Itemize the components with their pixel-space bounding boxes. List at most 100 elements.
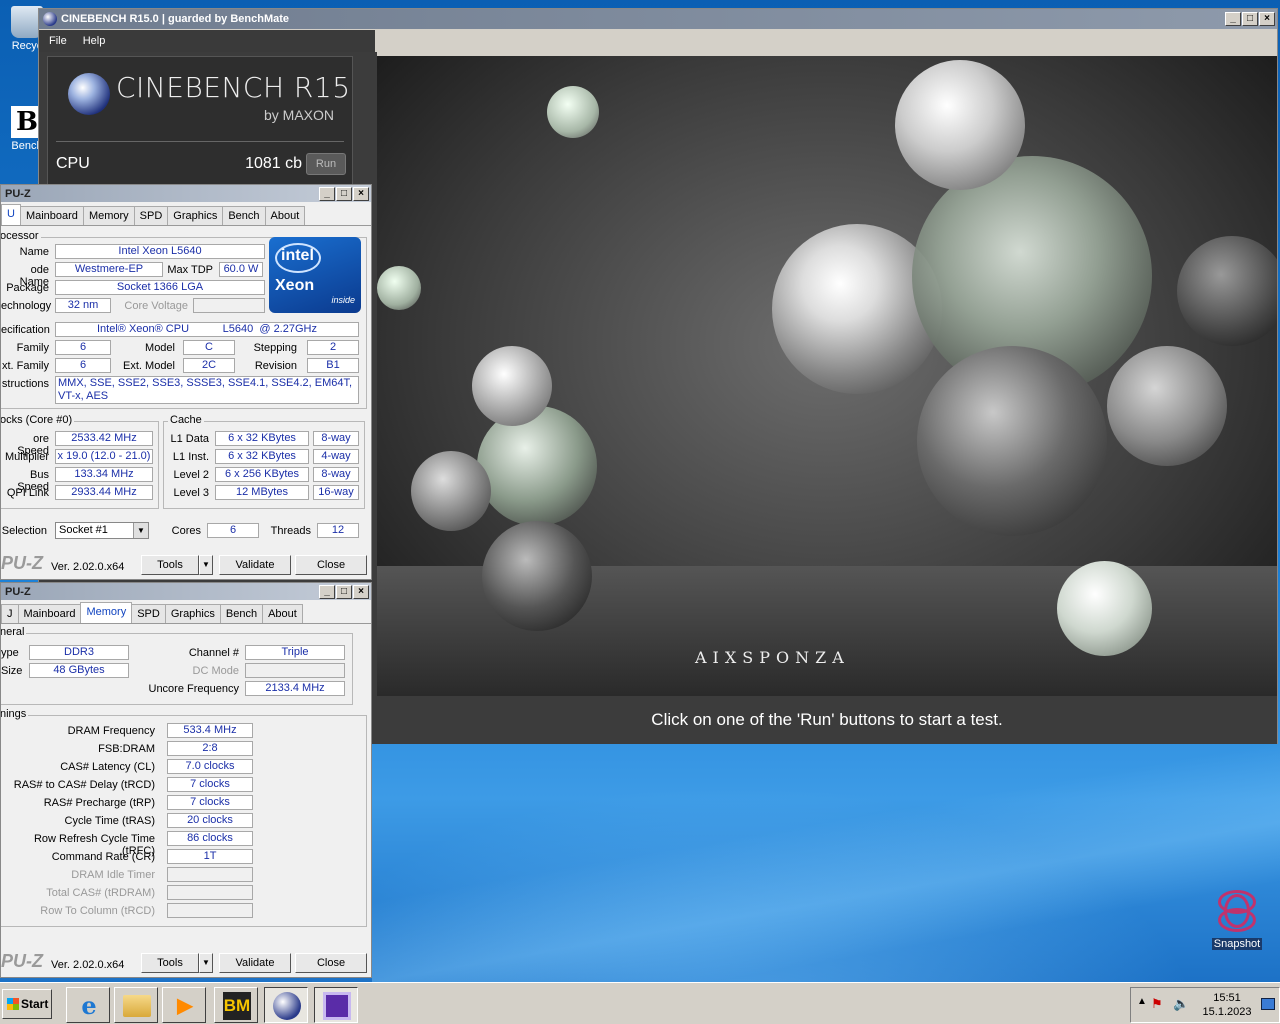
volume-muted-icon[interactable]: 🔈 — [1173, 996, 1189, 1012]
tab-about[interactable]: About — [264, 206, 306, 225]
taskbar-cinebench[interactable] — [264, 987, 308, 1023]
timing-value: 533.4 MHz — [167, 723, 253, 738]
maximize-button[interactable]: □ — [336, 186, 352, 201]
render-sphere — [1177, 236, 1277, 346]
action-center-flag-icon[interactable]: ⚑ — [1151, 996, 1163, 1012]
qpi-value: 2933.44 MHz — [55, 485, 153, 500]
menu-help[interactable]: Help — [83, 35, 106, 47]
cpu-name-value: Intel Xeon L5640 — [55, 244, 265, 259]
tab-graphics[interactable]: Graphics — [164, 604, 221, 623]
model-label: Model — [145, 342, 175, 354]
threads-value: 12 — [317, 523, 359, 538]
validate-button[interactable]: Validate — [219, 555, 291, 575]
cpuz-memory-titlebar[interactable]: PU-Z _ □ × — [1, 583, 371, 600]
dcmode-label: DC Mode — [192, 665, 239, 677]
technology-label: echnology — [1, 300, 52, 312]
close-cpuz-button[interactable]: Close — [295, 953, 367, 973]
tab-memory[interactable]: Memory — [80, 602, 133, 623]
cpuz-memory-window: PU-Z _ □ × J Mainboard Memory SPD Graphi… — [0, 582, 372, 978]
render-sphere — [482, 521, 592, 631]
cinebench-logo-title: CINEBENCH R15 — [116, 71, 351, 104]
tab-cpu[interactable]: U — [1, 204, 21, 225]
tools-dropdown-button[interactable]: ▼ — [199, 953, 213, 973]
timing-label: RAS# to CAS# Delay (tRCD) — [13, 779, 155, 791]
validate-button[interactable]: Validate — [219, 953, 291, 973]
taskbar-internet-explorer[interactable]: e — [66, 987, 110, 1023]
spec-label: ecification — [1, 324, 50, 336]
tab-cpu[interactable]: J — [1, 604, 19, 623]
taskbar-explorer[interactable] — [114, 987, 158, 1023]
system-tray: ▲ ⚑ 🔈 15:51 15.1.2023 — [1130, 987, 1280, 1023]
cinebench-logo-by: by MAXON — [263, 107, 334, 123]
clocks-group-label: ocks (Core #0) — [0, 414, 75, 426]
timing-value — [167, 867, 253, 882]
spec-value: Intel® Xeon® CPU L5640 @ 2.27GHz — [55, 322, 359, 337]
tab-spd[interactable]: SPD — [131, 604, 166, 623]
minimize-button[interactable]: _ — [319, 584, 335, 599]
cinebench-titlebar[interactable]: CINEBENCH R15.0 | guarded by BenchMate _… — [39, 9, 1277, 29]
uncore-label: Uncore Frequency — [148, 683, 240, 695]
memory-size-value: 48 GBytes — [29, 663, 129, 678]
cpuz-cpu-title: PU-Z — [5, 187, 31, 200]
taskbar-benchmate[interactable]: BM — [214, 987, 258, 1023]
intel-xeon-logo: intel Xeon inside — [269, 237, 361, 313]
maximize-button[interactable]: □ — [336, 584, 352, 599]
timing-value — [167, 903, 253, 918]
minimize-button[interactable]: _ — [319, 186, 335, 201]
snapshot-label: Snapshot — [1211, 938, 1263, 950]
tab-graphics[interactable]: Graphics — [167, 206, 224, 225]
start-button[interactable]: Start — [2, 989, 52, 1019]
tools-dropdown-button[interactable]: ▼ — [199, 555, 213, 575]
tab-mainboard[interactable]: Mainboard — [17, 604, 82, 623]
l1d-label: L1 Data — [170, 433, 209, 445]
socket-selection-dropdown[interactable]: Socket #1 ▼ — [55, 522, 149, 539]
qpi-label: QPI Link — [6, 487, 49, 499]
taskbar-media-player[interactable]: ▶ — [162, 987, 206, 1023]
multiplier-value: x 19.0 (12.0 - 21.0) — [55, 449, 153, 464]
cpuz-cpu-titlebar[interactable]: PU-Z _ □ × — [1, 185, 371, 202]
show-desktop-icon[interactable] — [1261, 998, 1275, 1010]
tab-mainboard[interactable]: Mainboard — [19, 206, 84, 225]
selection-label: Selection — [1, 525, 47, 537]
channel-value: Triple — [245, 645, 345, 660]
multiplier-label: Multiplier — [4, 451, 49, 463]
cores-value: 6 — [207, 523, 259, 538]
type-label: ype — [1, 647, 19, 659]
close-button[interactable]: × — [353, 584, 369, 599]
stepping-label: Stepping — [253, 342, 297, 354]
l1i-value: 6 x 32 KBytes — [215, 449, 309, 464]
cpuz-version: Ver. 2.02.0.x64 — [51, 561, 125, 573]
menu-file[interactable]: File — [49, 35, 67, 47]
close-button[interactable]: × — [1259, 12, 1275, 26]
render-sphere — [1057, 561, 1152, 656]
desktop-wallpaper-streak — [372, 742, 1280, 982]
taskbar-cpuz[interactable] — [314, 987, 358, 1023]
technology-value: 32 nm — [55, 298, 111, 313]
tools-button[interactable]: Tools — [141, 555, 199, 575]
tab-bench[interactable]: Bench — [222, 206, 266, 225]
l2-label: Level 2 — [173, 469, 209, 481]
uncore-value: 2133.4 MHz — [245, 681, 345, 696]
tab-spd[interactable]: SPD — [133, 206, 169, 225]
clock[interactable]: 15:51 15.1.2023 — [1197, 991, 1257, 1019]
internet-explorer-icon: e — [81, 991, 97, 1020]
show-hidden-icons-chevron-up-icon[interactable]: ▲ — [1137, 996, 1147, 1007]
close-cpuz-button[interactable]: Close — [295, 555, 367, 575]
cpuz-cpu-tabs: U Mainboard Memory SPD Graphics Bench Ab… — [1, 204, 371, 226]
tab-about[interactable]: About — [262, 604, 303, 623]
name-label: Name — [19, 246, 49, 258]
maximize-button[interactable]: □ — [1242, 12, 1258, 26]
close-button[interactable]: × — [353, 186, 369, 201]
intel-inside-text: inside — [331, 295, 355, 305]
cpu-test-label: CPU — [56, 155, 90, 172]
minimize-button[interactable]: _ — [1225, 12, 1241, 26]
tab-memory[interactable]: Memory — [82, 206, 135, 225]
tab-bench[interactable]: Bench — [219, 604, 264, 623]
intel-product-text: Xeon — [275, 277, 315, 294]
snapshot-desktop-icon[interactable]: Snapshot — [1208, 888, 1266, 950]
tools-button[interactable]: Tools — [141, 953, 199, 973]
clock-time: 15:51 — [1213, 992, 1241, 1004]
timing-label: DRAM Frequency — [67, 725, 155, 737]
instructions-label: structions — [1, 378, 49, 390]
cpu-run-button[interactable]: Run — [306, 153, 346, 175]
